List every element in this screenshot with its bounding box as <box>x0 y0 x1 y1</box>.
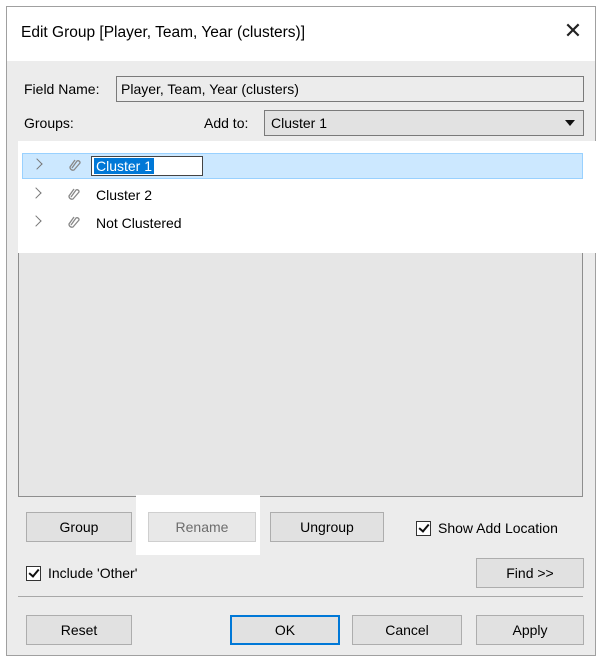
add-to-label: Add to: <box>204 115 249 131</box>
apply-button[interactable]: Apply <box>476 615 584 645</box>
groups-label: Groups: <box>24 115 74 131</box>
divider <box>18 596 583 597</box>
include-other-checkbox[interactable] <box>26 566 41 581</box>
ungroup-button[interactable]: Ungroup <box>270 512 384 542</box>
tree-item-not-clustered[interactable]: Not Clustered <box>22 211 583 237</box>
paperclip-icon <box>68 188 80 200</box>
tree-item-label: Cluster 2 <box>96 187 153 203</box>
field-name-label: Field Name: <box>24 81 100 97</box>
add-to-selected-value: Cluster 1 <box>271 115 328 131</box>
cancel-button[interactable]: Cancel <box>352 615 462 645</box>
ok-button[interactable]: OK <box>230 615 340 645</box>
expand-chevron-icon[interactable] <box>31 158 43 170</box>
tree-item-label: Not Clustered <box>96 215 182 231</box>
rename-edit-field[interactable]: Cluster 1 <box>91 156 203 176</box>
tree-item-cluster-2[interactable]: Cluster 2 <box>22 183 583 209</box>
close-icon[interactable]: ✕ <box>561 19 585 43</box>
field-name-input[interactable]: Player, Team, Year (clusters) <box>116 76 584 102</box>
group-button[interactable]: Group <box>26 512 132 542</box>
chevron-down-icon <box>565 120 575 126</box>
dialog-title: Edit Group [Player, Team, Year (clusters… <box>21 24 306 41</box>
reset-button[interactable]: Reset <box>26 615 132 645</box>
add-to-select[interactable]: Cluster 1 <box>264 110 584 136</box>
show-add-location-label: Show Add Location <box>438 520 558 536</box>
paperclip-icon <box>69 159 81 171</box>
tree-item-cluster-1[interactable]: Cluster 1 <box>22 153 583 179</box>
show-add-location-checkbox[interactable] <box>416 521 431 536</box>
rename-selected-text: Cluster 1 <box>94 158 155 174</box>
rename-button[interactable]: Rename <box>148 512 256 542</box>
paperclip-icon <box>68 216 80 228</box>
find-button[interactable]: Find >> <box>476 558 584 588</box>
title-bar: Edit Group [Player, Team, Year (clusters… <box>7 7 595 61</box>
expand-chevron-icon[interactable] <box>30 215 42 227</box>
include-other-label: Include 'Other' <box>48 565 138 581</box>
groups-tree: Cluster 1 Cluster 2 Not Clustered <box>18 141 598 253</box>
expand-chevron-icon[interactable] <box>30 187 42 199</box>
